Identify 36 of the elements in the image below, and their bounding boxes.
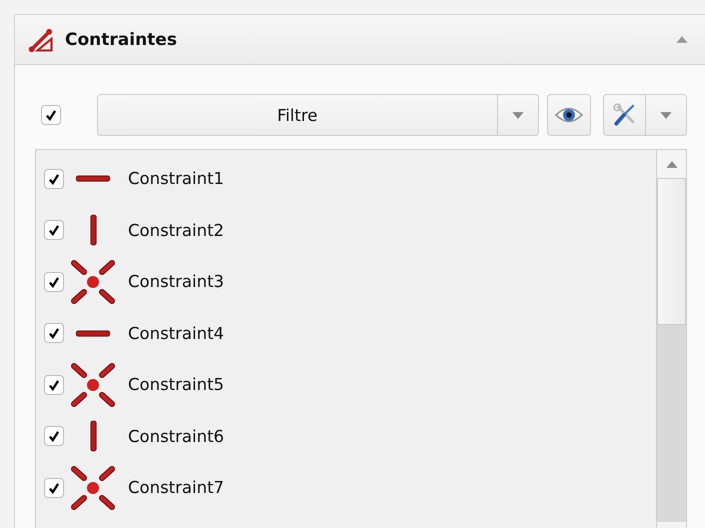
check-icon bbox=[44, 108, 58, 122]
check-icon bbox=[47, 429, 61, 444]
filter-dropdown[interactable]: Filtre bbox=[97, 94, 539, 136]
constraint-checkbox[interactable] bbox=[44, 374, 64, 395]
constraint-label[interactable]: Constraint1 bbox=[128, 169, 224, 188]
check-icon bbox=[47, 480, 61, 495]
show-all-checkbox[interactable] bbox=[41, 105, 61, 125]
check-icon bbox=[47, 223, 61, 238]
scrollbar[interactable] bbox=[656, 150, 686, 528]
coincident-point-icon bbox=[70, 362, 116, 408]
caret-icon bbox=[675, 35, 689, 44]
check-icon bbox=[47, 326, 61, 340]
check-icon bbox=[47, 172, 61, 186]
check-icon bbox=[47, 378, 61, 392]
constraint-label[interactable]: Constraint7 bbox=[128, 478, 224, 498]
constraint-label[interactable]: Constraint5 bbox=[128, 375, 224, 394]
constraint-label[interactable]: Constraint4 bbox=[128, 324, 224, 343]
caret-icon bbox=[658, 110, 673, 120]
constraint-checkbox[interactable] bbox=[44, 478, 64, 498]
eye-icon bbox=[555, 105, 584, 125]
constraint-checkbox[interactable] bbox=[44, 272, 64, 292]
panel-title: Contraintes bbox=[65, 30, 178, 50]
tools-menu-button[interactable] bbox=[603, 94, 687, 136]
constraint-checkbox[interactable] bbox=[44, 220, 64, 240]
constraint-label[interactable]: Constraint6 bbox=[128, 426, 224, 446]
constraint-checkbox[interactable] bbox=[44, 168, 64, 189]
caret-icon bbox=[510, 110, 525, 120]
constraint-checkbox[interactable] bbox=[44, 323, 64, 344]
visibility-button[interactable] bbox=[546, 94, 592, 136]
constraint-label[interactable]: Constraint2 bbox=[128, 220, 224, 240]
check-icon bbox=[47, 274, 61, 289]
constraint-label[interactable]: Constraint3 bbox=[128, 272, 224, 292]
coincident-point-icon bbox=[70, 464, 116, 511]
constraint-checkbox[interactable] bbox=[44, 426, 64, 446]
scroll-up-arrow-icon[interactable] bbox=[664, 160, 678, 168]
coincident-point-icon bbox=[70, 258, 116, 305]
